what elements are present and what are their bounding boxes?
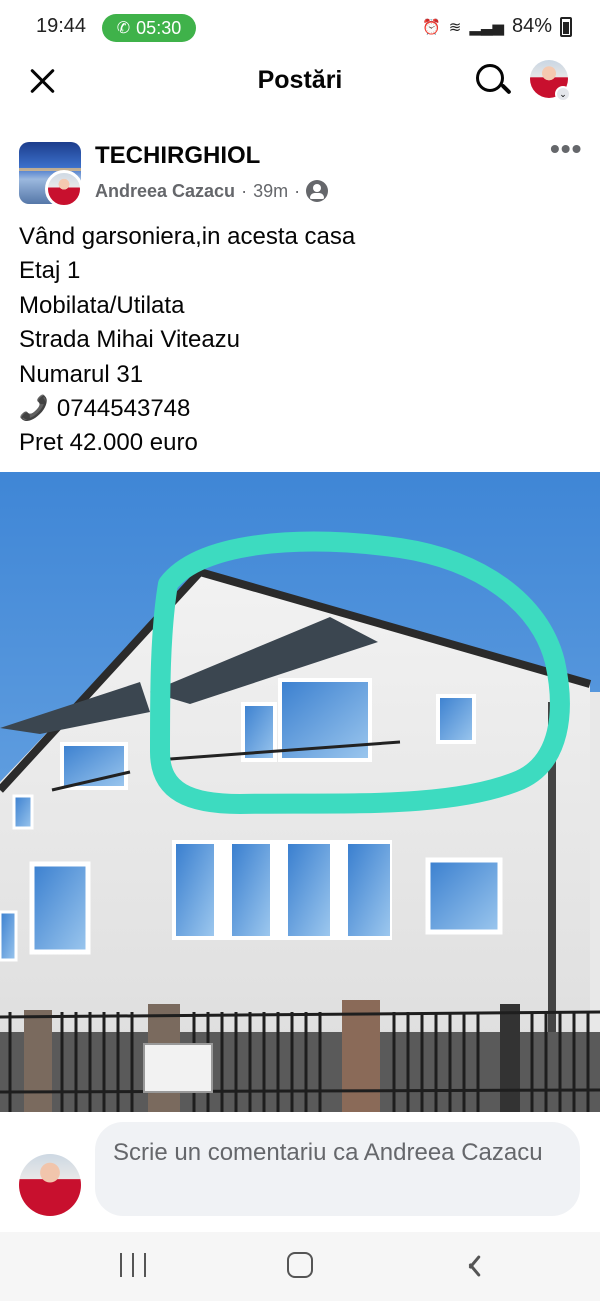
post-line: Vând garsoniera,in acesta casa	[19, 223, 356, 250]
recents-icon[interactable]	[120, 1253, 146, 1277]
chevron-down-icon[interactable]: ⌄	[555, 86, 571, 102]
home-icon[interactable]	[287, 1252, 313, 1278]
phone-call-icon: ✆	[116, 20, 131, 37]
post-line: Strada Mihai Viteazu	[19, 326, 241, 354]
post-text: Vând garsoniera,in acesta casa Etaj 1 Mo…	[19, 220, 579, 461]
system-nav-bar	[0, 1232, 600, 1301]
meta-separator: ·	[241, 180, 248, 201]
comment-input[interactable]: Scrie un comentariu ca Andreea Cazacu	[95, 1122, 580, 1216]
author-name[interactable]: Andreea Cazacu	[95, 181, 235, 202]
group-name[interactable]: TECHIRGHIOL	[95, 142, 260, 170]
meta-separator: ·	[294, 180, 301, 201]
house-photo[interactable]	[0, 472, 600, 1112]
wifi-calling-icon: ≋	[448, 18, 462, 36]
post-line: Etaj 1	[19, 257, 81, 285]
battery-icon	[560, 16, 572, 37]
status-time: 19:44	[36, 15, 87, 37]
commenter-avatar	[19, 1154, 81, 1216]
search-icon[interactable]	[474, 62, 512, 100]
phone-line: 📞 0744543748	[19, 392, 579, 426]
members-icon	[306, 180, 329, 202]
status-bar: 19:44 ✆ 05:30 ⏰ ≋ ▂▃▅ 84%	[0, 0, 600, 56]
back-icon[interactable]	[461, 1252, 477, 1278]
comment-bar: Scrie un comentariu ca Andreea Cazacu	[0, 1112, 600, 1232]
status-icons: ⏰ ≋ ▂▃▅ 84%	[422, 15, 572, 38]
app-header: Postări ⌄	[0, 56, 600, 106]
author-avatar[interactable]	[45, 170, 83, 208]
post-line: Mobilata/Utilata	[19, 291, 185, 319]
post-header: TECHIRGHIOL Andreea Cazacu · 39m · •••	[0, 135, 600, 208]
more-options-icon[interactable]: •••	[550, 135, 584, 166]
telephone-icon: 📞	[19, 395, 49, 423]
call-timer: 05:30	[136, 17, 182, 38]
battery-percent: 84%	[511, 15, 552, 37]
house-photo-drawing	[0, 472, 600, 1112]
alarm-icon: ⏰	[422, 18, 441, 36]
phone-number[interactable]: 0744543748	[57, 392, 190, 426]
post-time[interactable]: 39m	[253, 181, 288, 202]
ongoing-call-pill[interactable]: ✆ 05:30	[102, 14, 196, 42]
signal-icon: ▂▃▅	[469, 18, 504, 36]
post-meta: Andreea Cazacu · 39m ·	[95, 180, 329, 202]
post-line: Numarul 31	[19, 360, 144, 388]
price-line: Pret 42.000 euro	[19, 429, 198, 457]
